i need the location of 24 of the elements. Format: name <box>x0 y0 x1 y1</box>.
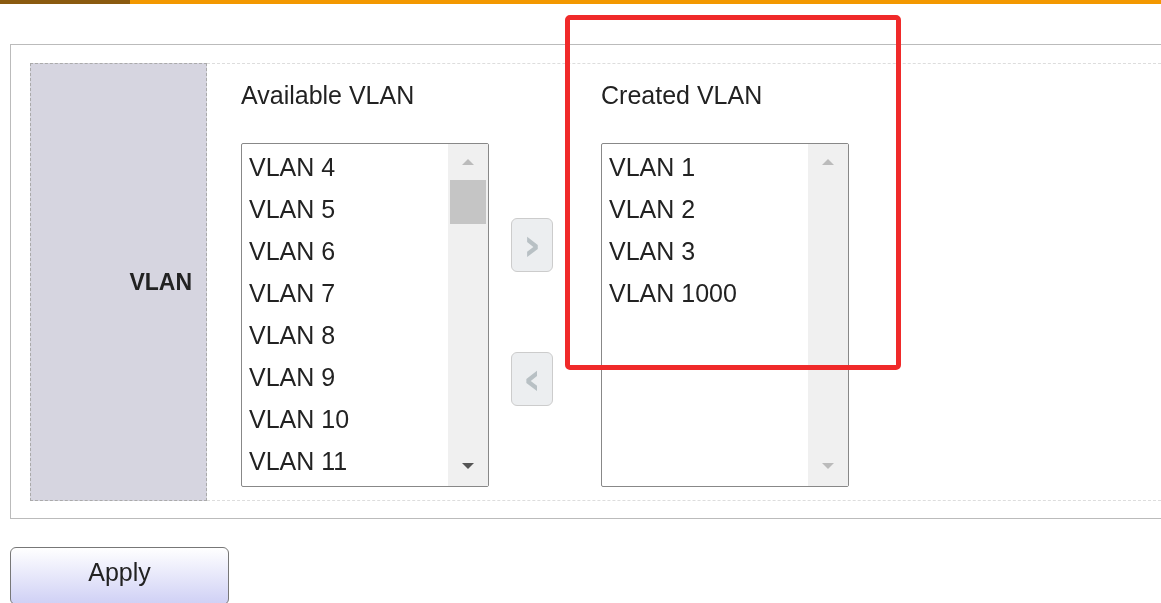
list-box[interactable]: VLAN 1 VLAN 2 VLAN 3 VLAN 1000 <box>601 143 849 487</box>
list-item[interactable]: VLAN 3 <box>609 230 808 272</box>
row-label: VLAN <box>129 268 192 296</box>
scroll-thumb[interactable] <box>450 180 486 224</box>
list-item[interactable]: VLAN 1000 <box>609 272 808 314</box>
list-item[interactable]: VLAN 5 <box>249 188 448 230</box>
column-title: Available VLAN <box>241 81 416 111</box>
scrollbar[interactable] <box>808 144 848 486</box>
column-title: Created VLAN <box>601 81 764 111</box>
list-item[interactable]: VLAN 6 <box>249 230 448 272</box>
scroll-up-icon[interactable] <box>821 158 835 166</box>
scroll-up-icon[interactable] <box>461 158 475 166</box>
apply-button[interactable]: Apply <box>10 547 229 603</box>
scroll-down-icon[interactable] <box>461 462 475 470</box>
list-item[interactable]: VLAN 9 <box>249 356 448 398</box>
list-item[interactable]: VLAN 7 <box>249 272 448 314</box>
list-item[interactable]: VLAN 10 <box>249 398 448 440</box>
list-item[interactable]: VLAN 11 <box>249 440 448 482</box>
list-item[interactable]: VLAN 4 <box>249 146 448 188</box>
scrollbar[interactable] <box>448 144 488 486</box>
list-box[interactable]: VLAN 4 VLAN 5 VLAN 6 VLAN 7 VLAN 8 VLAN 9 VLAN 10 VLAN 11 <box>241 143 489 487</box>
list-item[interactable]: VLAN 8 <box>249 314 448 356</box>
list-item[interactable]: VLAN 1 <box>609 146 808 188</box>
list-item[interactable]: VLAN 2 <box>609 188 808 230</box>
